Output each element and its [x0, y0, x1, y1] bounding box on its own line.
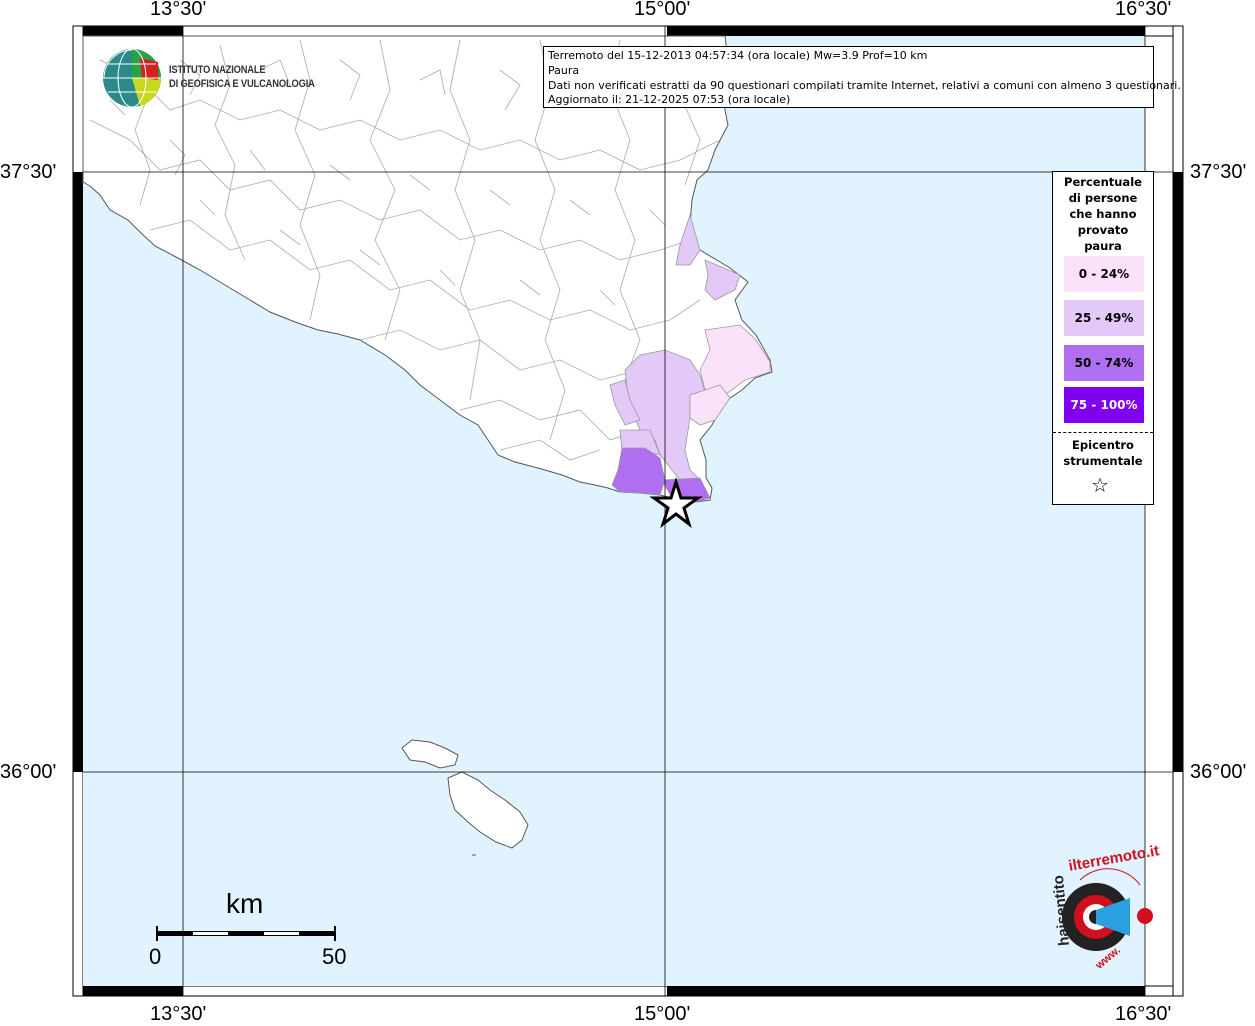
scale-unit: km — [226, 888, 264, 919]
legend-swatch: 25 - 49% — [1064, 300, 1144, 336]
institute-line1: ISTITUTO NAZIONALE — [169, 64, 266, 76]
legend-title: Percentuale di persone che hanno provato… — [1053, 174, 1153, 254]
legend-title-line: Percentuale — [1064, 175, 1142, 189]
site-logo: haisentito ilterremoto.it www. — [1032, 842, 1161, 976]
event-data-note: Dati non verificati estratti da 90 quest… — [548, 78, 1181, 92]
globe-icon — [103, 48, 162, 108]
epicenter-label-line: strumentale — [1063, 454, 1143, 468]
site-logo-text-prefix: www. — [1093, 944, 1123, 972]
legend-swatch: 0 - 24% — [1064, 256, 1144, 292]
lon-tick-top-1: 13°30' — [150, 0, 207, 20]
event-updated: Aggiornato il: 21-12-2025 07:53 (ora loc… — [548, 93, 791, 107]
legend-swatch: 50 - 74% — [1064, 345, 1144, 381]
event-info-box: Terremoto del 15-12-2013 04:57:34 (ora l… — [543, 46, 1181, 108]
lon-tick-bottom-3: 16°30' — [1115, 1003, 1172, 1025]
institute-name: ISTITUTO NAZIONALE DI GEOFISICA E VULCAN… — [169, 63, 315, 91]
scale-end: 50 — [322, 944, 347, 969]
legend-divider — [1053, 432, 1153, 433]
event-title: Terremoto del 15-12-2013 04:57:34 (ora l… — [548, 49, 928, 62]
site-logo-text-black: haisentito — [1049, 874, 1073, 947]
legend-title-line: provato — [1077, 223, 1129, 237]
legend-title-line: paura — [1084, 239, 1122, 253]
lat-tick-left-1: 37°30' — [0, 161, 57, 183]
epicenter-label-line: Epicentro — [1072, 438, 1134, 452]
lat-tick-left-2: 36°00' — [0, 761, 57, 783]
legend-swatch: 75 - 100% — [1064, 387, 1144, 423]
legend-title-line: che hanno — [1069, 207, 1137, 221]
scale-start: 0 — [149, 944, 162, 969]
lon-tick-bottom-2: 15°00' — [634, 1003, 691, 1025]
legend-title-line: di persone — [1068, 191, 1138, 205]
legend: Percentuale di persone che hanno provato… — [1052, 171, 1154, 505]
lat-tick-right-2: 36°00' — [1190, 761, 1247, 783]
lon-tick-top-2: 15°00' — [634, 0, 691, 20]
institute-line2: DI GEOFISICA E VULCANOLOGIA — [169, 78, 315, 90]
legend-star-icon: ☆ — [1091, 473, 1109, 497]
epicenter-label: Epicentro strumentale — [1053, 437, 1153, 469]
event-parameter: Paura — [548, 63, 580, 77]
lon-tick-top-3: 16°30' — [1115, 0, 1172, 20]
lat-tick-right-1: 37°30' — [1190, 161, 1247, 183]
lon-tick-bottom-1: 13°30' — [150, 1003, 207, 1025]
